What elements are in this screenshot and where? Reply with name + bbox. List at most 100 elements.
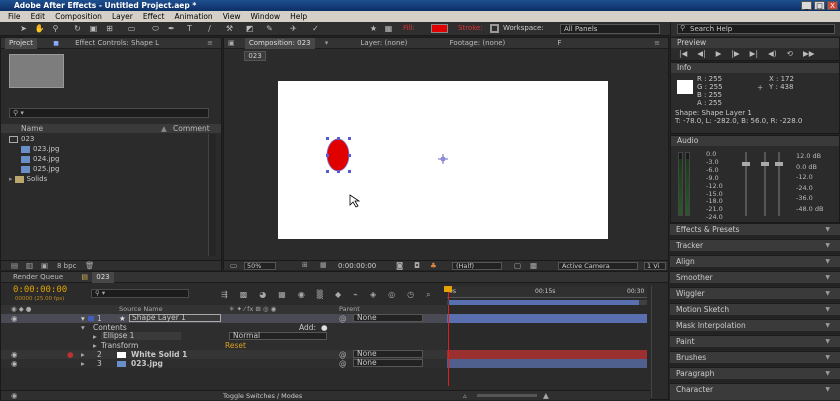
table-row[interactable]: ◉ ▾ 1 ★ Shape Layer 1 @ None [1, 314, 447, 323]
views-select[interactable]: 1 Vi [644, 262, 666, 270]
parent-select[interactable]: None [353, 359, 423, 367]
resolution-select[interactable]: (Half) [452, 262, 502, 270]
handle-icon[interactable] [326, 170, 329, 173]
eye-icon[interactable]: ◉ [11, 314, 18, 323]
audio-icon[interactable]: ◀) [768, 49, 777, 58]
autokey-icon[interactable]: ◆ [335, 290, 341, 300]
grid-icon[interactable]: ⊞ [302, 261, 308, 269]
tab-timeline-023[interactable]: 023 [92, 272, 114, 283]
solo-icon[interactable]: ● [67, 350, 74, 359]
new-folder-icon[interactable]: ▥ [26, 261, 33, 270]
delete-icon[interactable]: 🗑 [85, 261, 95, 270]
blend-mode-select[interactable]: Normal [229, 332, 327, 340]
roto-tool-icon[interactable]: ✎ [264, 24, 275, 34]
character-panel[interactable]: Character ▼ [670, 383, 840, 400]
search-layers-icon[interactable]: ⌕ [426, 290, 430, 300]
menu-edit[interactable]: Edit [31, 11, 46, 22]
handle-icon[interactable] [326, 137, 329, 140]
menu-file[interactable]: File [8, 11, 21, 22]
menu-animation[interactable]: Animation [174, 11, 212, 22]
zoom-out-icon[interactable]: ▵ [463, 391, 467, 400]
expand-arrow-icon[interactable]: ▾ [81, 314, 85, 323]
table-row[interactable]: ▸ Ellipse 1 Normal [1, 332, 447, 341]
list-item[interactable]: 025.jpg [21, 164, 59, 174]
table-row[interactable]: ▾ Contents Add: ● [1, 323, 447, 332]
show-snapshot-icon[interactable]: ◘ [414, 261, 420, 270]
layer-bar-solid[interactable] [447, 350, 647, 359]
list-item[interactable]: 023 [9, 134, 34, 144]
zoom-in-icon[interactable]: ▲ [543, 391, 549, 400]
smoother-panel[interactable]: Smoother ▼ [670, 271, 840, 283]
parent-select[interactable]: None [353, 314, 423, 322]
hand-tool-icon[interactable]: ✋ [34, 24, 45, 34]
transparency-icon[interactable]: ▩ [530, 261, 537, 270]
tab-effect-controls[interactable]: Effect Controls: Shape L [75, 39, 159, 47]
pickwhip-icon[interactable]: @ [339, 359, 347, 368]
channel-icon[interactable]: ♣ [430, 261, 437, 270]
wiggler-panel[interactable]: Wiggler ▼ [670, 287, 840, 299]
expand-arrow-icon[interactable]: ▾ [81, 323, 85, 332]
rect-tool-icon[interactable]: ▭ [126, 24, 137, 34]
text-tool-icon[interactable]: T [184, 24, 195, 34]
panel-menu-icon[interactable]: ≡ [654, 38, 660, 49]
expand-arrow-icon[interactable]: ▸ [81, 359, 85, 368]
eye-icon[interactable]: ◉ [11, 359, 18, 368]
eye-icon[interactable]: ◉ [11, 350, 18, 359]
zoom-slider[interactable] [477, 394, 537, 397]
anchor-point-icon[interactable] [438, 154, 448, 164]
expand-arrow-icon[interactable]: ▸ [81, 350, 85, 359]
comp-timecode[interactable]: 0:00:00:00 [338, 261, 376, 271]
handle-icon[interactable] [326, 154, 329, 157]
column-comment[interactable]: Comment [173, 124, 210, 133]
audio-slider-left[interactable] [742, 152, 750, 216]
work-area-bar[interactable] [447, 300, 647, 305]
expand-collapse-icon[interactable]: ◉ [11, 391, 18, 400]
panel-menu-icon[interactable]: ≡ [207, 38, 213, 49]
table-row[interactable]: ▸ Transform Reset [1, 341, 447, 350]
playhead-icon[interactable] [444, 286, 452, 292]
pickwhip-icon[interactable]: @ [339, 314, 347, 323]
red-ellipse-shape[interactable] [326, 138, 350, 172]
chevron-down-icon[interactable]: ▾ [325, 39, 329, 47]
eraser-tool-icon[interactable]: ◩ [244, 24, 255, 34]
camera-icon[interactable]: ◎ [388, 290, 395, 300]
roi-icon[interactable]: ▢ [514, 261, 521, 270]
puppet-tool-icon[interactable]: ✈ [288, 24, 299, 34]
table-row[interactable]: ◉ ● ▸ 2 White Solid 1 @ None [1, 350, 447, 359]
mask-interpolation-panel[interactable]: Mask Interpolation ▼ [670, 319, 840, 331]
camera-tool-icon[interactable]: ▣ [88, 24, 99, 34]
clone-tool-icon[interactable]: ⚒ [224, 24, 235, 34]
audio-slider-right[interactable] [761, 152, 769, 216]
effects-presets-panel[interactable]: Effects & Presets ▼ [670, 223, 840, 235]
menu-help[interactable]: Help [290, 11, 307, 22]
audio-slider-master[interactable] [775, 152, 783, 216]
handle-icon[interactable] [337, 170, 340, 173]
tab-footage[interactable]: Footage: (none) [450, 39, 506, 47]
interpret-footage-icon[interactable]: ▤ [11, 261, 18, 270]
reset-link[interactable]: Reset [225, 341, 246, 350]
list-item[interactable]: ▸ Solids [9, 174, 47, 184]
puppet-starch-icon[interactable]: ✓ [310, 24, 321, 34]
pan-behind-tool-icon[interactable]: ⊞ [104, 24, 115, 34]
draft-3d-icon[interactable]: ▩ [240, 290, 248, 300]
project-search-input[interactable]: ⚲ ▾ [9, 108, 209, 118]
timeline-timecode[interactable]: 0:00:00:00 [13, 285, 67, 295]
list-item[interactable]: 024.jpg [21, 154, 59, 164]
snapshot-icon[interactable]: ◙ [396, 261, 403, 270]
shy-icon[interactable]: ◕ [259, 290, 266, 300]
comp-mini-flowchart-icon[interactable]: ⇶ [221, 290, 228, 300]
first-frame-icon[interactable]: |◀ [679, 49, 687, 58]
menu-view[interactable]: View [223, 11, 241, 22]
maximize-button[interactable]: □ [814, 1, 825, 10]
label-color[interactable] [88, 316, 94, 321]
new-comp-icon[interactable]: ▣ [41, 261, 48, 270]
expand-arrow-icon[interactable]: ▸ [93, 341, 97, 350]
snap-icon[interactable]: ▦ [383, 24, 394, 34]
motion-sketch-panel[interactable]: Motion Sketch ▼ [670, 303, 840, 315]
comp-name-tab[interactable]: 023 [244, 51, 266, 61]
play-icon[interactable]: ▶ [716, 49, 722, 58]
stroke-swatch[interactable] [490, 24, 499, 33]
column-name[interactable]: Name [21, 124, 43, 133]
handle-icon[interactable] [337, 137, 340, 140]
magnification-icon[interactable]: ▭ [230, 261, 237, 270]
